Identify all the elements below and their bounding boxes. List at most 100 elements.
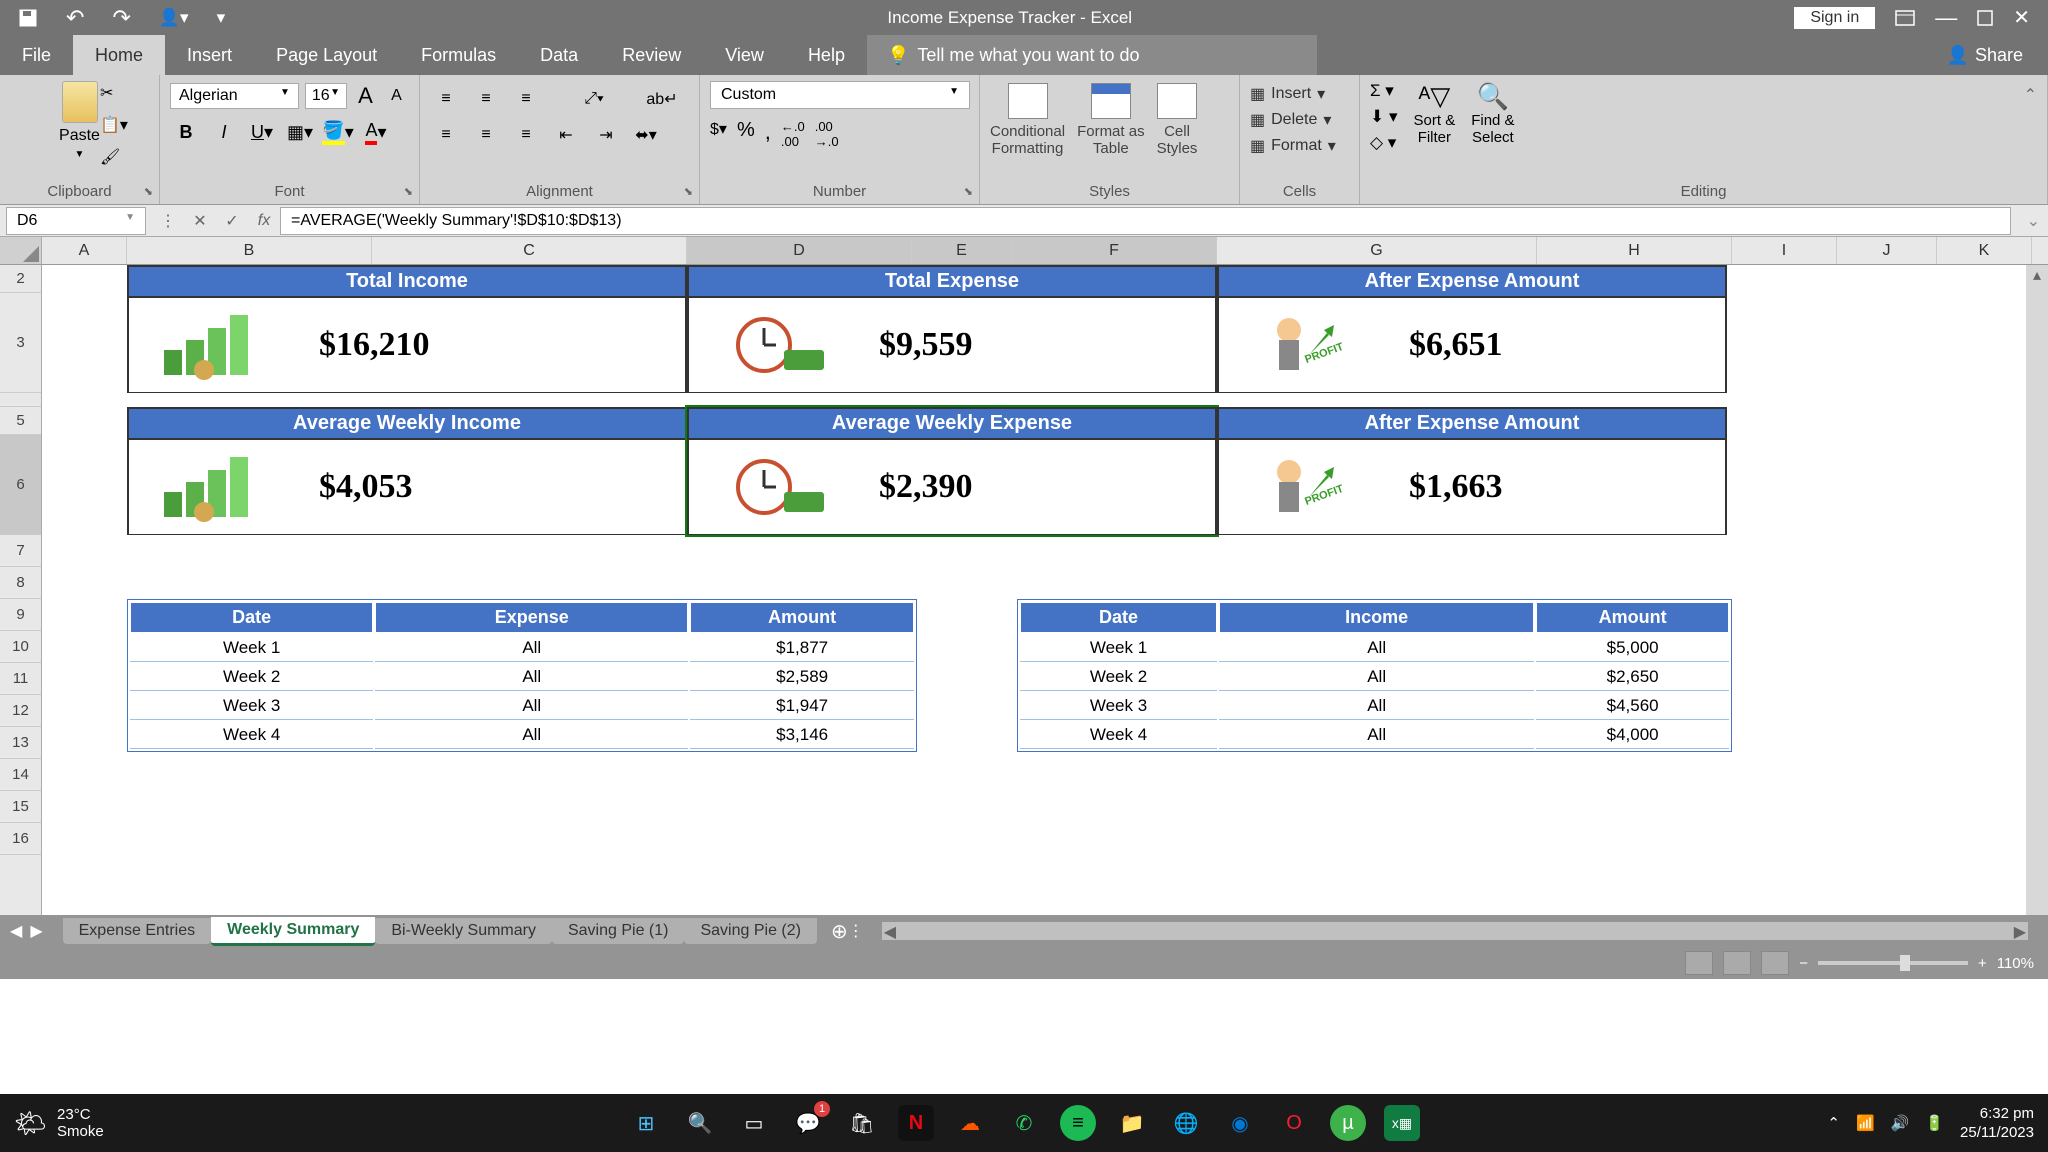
netflix-icon[interactable]: N [898,1105,934,1141]
minimize-icon[interactable]: — [1935,5,1957,31]
utorrent-icon[interactable]: µ [1330,1105,1366,1141]
row-6[interactable]: 6 [0,435,41,535]
ribbon-display-icon[interactable] [1895,10,1915,26]
sort-filter-button[interactable]: ᴬ▽ Sort &Filter [1414,81,1456,153]
underline-button[interactable]: U▾ [246,117,278,147]
row-12[interactable]: 12 [0,695,41,727]
weather-widget[interactable]: 🌤 23°C Smoke [14,1106,104,1140]
chrome-icon[interactable]: 🌐 [1168,1105,1204,1141]
row-2[interactable]: 2 [0,265,41,293]
spotify-icon[interactable]: ≡ [1060,1105,1096,1141]
paste-button[interactable]: Paste ▼ [10,81,149,160]
sheet-tab-biweekly-summary[interactable]: Bi-Weekly Summary [375,918,552,944]
soundcloud-icon[interactable]: ☁ [952,1105,988,1141]
row-14[interactable]: 14 [0,759,41,791]
start-icon[interactable]: ⊞ [628,1105,664,1141]
col-c[interactable]: C [372,237,687,264]
alignment-expand[interactable]: ⬊ [684,185,693,198]
col-g[interactable]: G [1217,237,1537,264]
accounting-format-icon[interactable]: $▾ [710,119,727,149]
horizontal-scrollbar[interactable]: ◀ ▶ [882,922,2028,940]
grow-font-icon[interactable]: A [353,81,378,111]
teams-icon[interactable]: 💬1 [790,1105,826,1141]
tray-chevron-icon[interactable]: ⌃ [1827,1114,1840,1132]
share-button[interactable]: 👤 Share [1947,45,2023,66]
tab-data[interactable]: Data [518,35,600,76]
insert-cells-button[interactable]: ▦ Insert ▾ [1250,81,1349,107]
row-3[interactable]: 3 [0,293,41,393]
page-break-view-icon[interactable] [1761,951,1789,975]
worksheet-grid[interactable]: 2 3 5 6 7 8 9 10 11 12 13 14 15 16 Total… [0,265,2048,915]
expand-formula-icon[interactable]: ⌄ [2019,211,2048,231]
italic-button[interactable]: I [208,117,240,147]
number-expand[interactable]: ⬊ [964,185,973,198]
align-middle-icon[interactable]: ≡ [470,85,502,113]
find-select-button[interactable]: 🔍 Find &Select [1471,81,1514,153]
search-icon[interactable]: 🔍 [682,1105,718,1141]
tell-me-search[interactable]: 💡 Tell me what you want to do [867,35,1317,75]
cut-icon[interactable]: ✂ [100,83,128,103]
format-painter-icon[interactable]: 🖌 [100,147,128,167]
enter-formula-icon[interactable]: ✓ [216,211,248,231]
customize-qat-icon[interactable]: ▾ [217,8,226,28]
store-icon[interactable]: 🛍 [844,1105,880,1141]
new-sheet-icon[interactable]: ⊕ [831,919,848,944]
row-10[interactable]: 10 [0,631,41,663]
collapse-ribbon-icon[interactable]: ⌃ [2024,85,2037,105]
zoom-out-icon[interactable]: − [1799,955,1808,972]
col-h[interactable]: H [1537,237,1732,264]
font-name-select[interactable]: Algerian▼ [170,83,299,109]
decrease-indent-icon[interactable]: ⇤ [550,121,582,149]
volume-icon[interactable]: 🔊 [1891,1114,1910,1132]
battery-icon[interactable]: 🔋 [1925,1114,1944,1132]
clipboard-expand[interactable]: ⬊ [144,185,153,198]
tab-help[interactable]: Help [786,35,867,76]
row-15[interactable]: 15 [0,791,41,823]
tab-formulas[interactable]: Formulas [399,35,518,76]
tab-review[interactable]: Review [600,35,703,76]
format-cells-button[interactable]: ▦ Format ▾ [1250,133,1349,159]
zoom-slider[interactable] [1818,961,1968,965]
row-9[interactable]: 9 [0,599,41,631]
name-box[interactable]: D6▼ [6,207,146,235]
align-right-icon[interactable]: ≡ [510,121,542,149]
col-a[interactable]: A [42,237,127,264]
opera-icon[interactable]: O [1276,1105,1312,1141]
sheet-options-icon[interactable]: ⋮ [848,921,864,941]
col-f[interactable]: F [1012,237,1217,264]
shrink-font-icon[interactable]: A [384,81,409,111]
cancel-formula-icon[interactable]: ✕ [184,211,216,231]
wrap-text-icon[interactable]: ab↵ [646,85,678,113]
excel-taskbar-icon[interactable]: x▦ [1384,1105,1420,1141]
system-clock[interactable]: 6:32 pm 25/11/2023 [1960,1104,2034,1143]
col-i[interactable]: I [1732,237,1837,264]
align-left-icon[interactable]: ≡ [430,121,462,149]
delete-cells-button[interactable]: ▦ Delete ▾ [1250,107,1349,133]
row-16[interactable]: 16 [0,823,41,855]
col-d[interactable]: D [687,237,912,264]
increase-indent-icon[interactable]: ⇥ [590,121,622,149]
col-k[interactable]: K [1937,237,2032,264]
edge-icon[interactable]: ◉ [1222,1105,1258,1141]
row-13[interactable]: 13 [0,727,41,759]
col-e[interactable]: E [912,237,1012,264]
fill-icon[interactable]: ⬇ ▾ [1370,107,1398,127]
row-7[interactable]: 7 [0,535,41,567]
comma-format-icon[interactable]: , [765,119,771,149]
row-8[interactable]: 8 [0,567,41,599]
redo-icon[interactable]: ↷ [112,5,130,31]
font-size-select[interactable]: 16▼ [305,83,347,109]
sheet-nav-next-icon[interactable]: ▶ [30,921,42,941]
zoom-in-icon[interactable]: + [1978,955,1987,972]
whatsapp-icon[interactable]: ✆ [1006,1105,1042,1141]
sheet-tab-weekly-summary[interactable]: Weekly Summary [211,917,375,946]
merge-center-icon[interactable]: ⬌▾ [630,121,662,149]
col-b[interactable]: B [127,237,372,264]
fill-color-button[interactable]: 🪣▾ [322,117,354,147]
col-j[interactable]: J [1837,237,1937,264]
insert-function-icon[interactable]: fx [248,212,280,230]
select-all-corner[interactable] [0,237,42,264]
vertical-scrollbar[interactable]: ▴ [2026,265,2048,915]
signin-button[interactable]: Sign in [1794,7,1875,29]
decrease-decimal-icon[interactable]: .00→.0 [815,119,839,149]
